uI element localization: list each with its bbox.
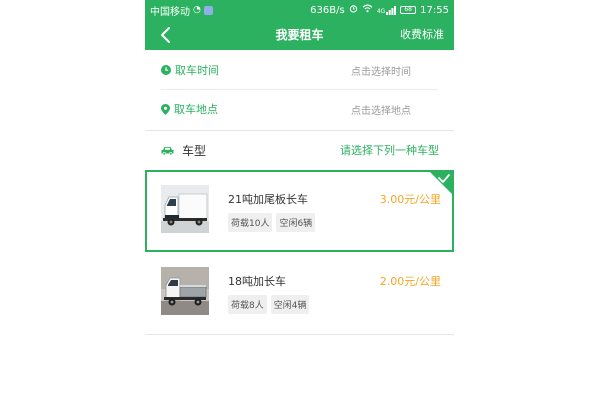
- network-speed: 636B/s: [310, 4, 345, 16]
- car-icon: [161, 146, 174, 155]
- app-screen: 中国移动 ◔ 636B/s 4G 68 17:55 我要租车 收费标准 取车时间…: [145, 0, 454, 400]
- vehicle-tags: 荷载10人 空闲6辆: [228, 213, 316, 232]
- load-capacity-tag: 荷载10人: [228, 213, 273, 232]
- load-capacity-tag: 荷载8人: [228, 295, 267, 314]
- location-pin-icon: [161, 103, 170, 115]
- clock-icon: [161, 65, 171, 75]
- selected-check-icon: [430, 172, 452, 194]
- pickup-time-label-group: 取车时间: [161, 62, 219, 78]
- pickup-time-row[interactable]: 取车时间 点击选择时间: [145, 50, 454, 90]
- vehicle-name: 21吨加尾板长车: [228, 193, 308, 206]
- car-type-label: 车型: [182, 143, 207, 158]
- status-bar: 中国移动 ◔ 636B/s 4G 68 17:55: [145, 0, 454, 20]
- pickup-time-label: 取车时间: [175, 64, 219, 77]
- box-truck-image: [161, 185, 209, 233]
- pickup-location-label-group: 取车地点: [161, 101, 218, 117]
- app-notification-icon: [203, 5, 213, 15]
- vehicle-card[interactable]: 18吨加长车 荷载8人 空闲4辆 2.00元/公里: [145, 252, 454, 334]
- availability-tag: 空闲4辆: [270, 295, 310, 314]
- pickup-location-value[interactable]: 点击选择地点: [351, 102, 411, 117]
- divider: [145, 334, 454, 335]
- signal-icon: 4G: [376, 5, 397, 15]
- pricing-standard-link[interactable]: 收费标准: [400, 20, 444, 50]
- nav-bar: 我要租车 收费标准: [145, 20, 454, 50]
- battery-level: 68: [404, 6, 412, 13]
- battery-icon: 68: [400, 6, 417, 14]
- car-type-row: 车型 请选择下列一种车型: [145, 130, 454, 170]
- truck-thumbnail: [161, 267, 209, 315]
- car-type-label-group: 车型: [161, 142, 206, 159]
- wifi-assist-icon: ◔: [193, 5, 201, 15]
- pickup-location-row[interactable]: 取车地点 点击选择地点: [145, 89, 454, 129]
- carrier-name: 中国移动: [150, 6, 190, 18]
- flatbed-truck-image: [161, 267, 209, 315]
- truck-thumbnail: [161, 185, 209, 233]
- pickup-location-label: 取车地点: [174, 103, 218, 116]
- pickup-time-value[interactable]: 点击选择时间: [351, 63, 411, 78]
- vehicle-name: 18吨加长车: [228, 275, 286, 288]
- clock-time: 17:55: [420, 4, 449, 16]
- vehicle-tags: 荷载8人 空闲4辆: [228, 295, 310, 314]
- network-type: 4G: [376, 7, 386, 15]
- availability-tag: 空闲6辆: [276, 213, 316, 232]
- vehicle-price: 2.00元/公里: [379, 275, 441, 288]
- wifi-icon: [362, 4, 373, 16]
- alarm-icon: [349, 4, 358, 16]
- car-type-hint: 请选择下列一种车型: [340, 144, 439, 157]
- vehicle-card-selected[interactable]: 21吨加尾板长车 荷载10人 空闲6辆 3.00元/公里: [145, 170, 454, 252]
